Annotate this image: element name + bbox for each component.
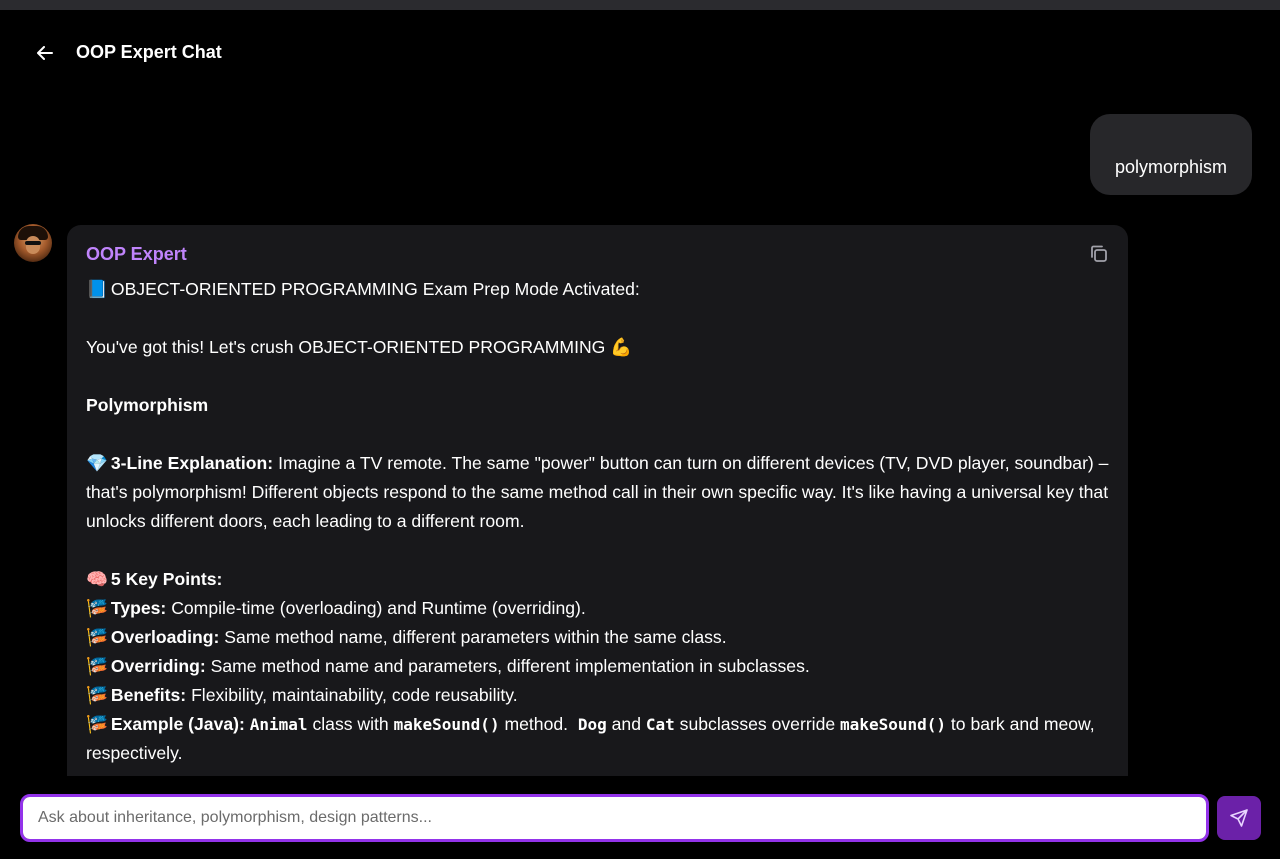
message-input[interactable] [23,797,1206,839]
arrow-left-icon [37,46,53,60]
bot-message-body: 📘 OBJECT-ORIENTED PROGRAMMING Exam Prep … [86,275,1116,768]
message-input-wrapper [20,794,1209,842]
carp-streamer-icon: 🎏 [86,627,108,647]
encouragement-line: You've got this! Let's crush OBJECT-ORIE… [86,333,1116,362]
book-icon: 📘 [86,279,108,299]
window-top-strip [0,0,1280,10]
carp-streamer-icon: 🎏 [86,598,108,618]
key-points-heading: 🧠 5 Key Points: [86,565,1116,594]
list-item: 🎏 Overloading: Same method name, differe… [86,623,1116,652]
send-icon [1230,809,1248,827]
user-message-text: polymorphism [1114,157,1228,177]
copy-button[interactable] [1088,243,1110,265]
carp-streamer-icon: 🎏 [86,656,108,676]
list-item: 🎏 Benefits: Flexibility, maintainability… [86,681,1116,710]
topic-heading: Polymorphism [86,395,209,415]
copy-icon [1091,245,1107,262]
flexed-biceps-icon: 💪 [610,337,633,357]
gem-icon: 💎 [86,453,108,473]
list-item: 🎏 Overriding: Same method name and param… [86,652,1116,681]
page-title: OOP Expert Chat [76,42,222,62]
list-item: 🎏 Types: Compile-time (overloading) and … [86,594,1116,623]
back-button[interactable] [34,42,56,64]
bot-avatar [14,224,52,262]
send-button[interactable] [1217,796,1261,840]
bot-sender-name: OOP Expert [86,244,187,264]
list-item: 🎏 Example (Java): Animal class with make… [86,710,1116,768]
carp-streamer-icon: 🎏 [86,714,108,734]
intro-line: 📘 OBJECT-ORIENTED PROGRAMMING Exam Prep … [86,275,1116,304]
brain-icon: 🧠 [86,569,108,589]
carp-streamer-icon: 🎏 [86,685,108,705]
user-message-bubble: polymorphism [1090,114,1252,195]
bot-message-card: OOP Expert 📘 OBJECT-ORIENTED PROGRAMMING… [67,225,1128,776]
chat-header: OOP Expert Chat [0,10,1280,90]
explanation-paragraph: 💎 3-Line Explanation: Imagine a TV remot… [86,449,1116,536]
